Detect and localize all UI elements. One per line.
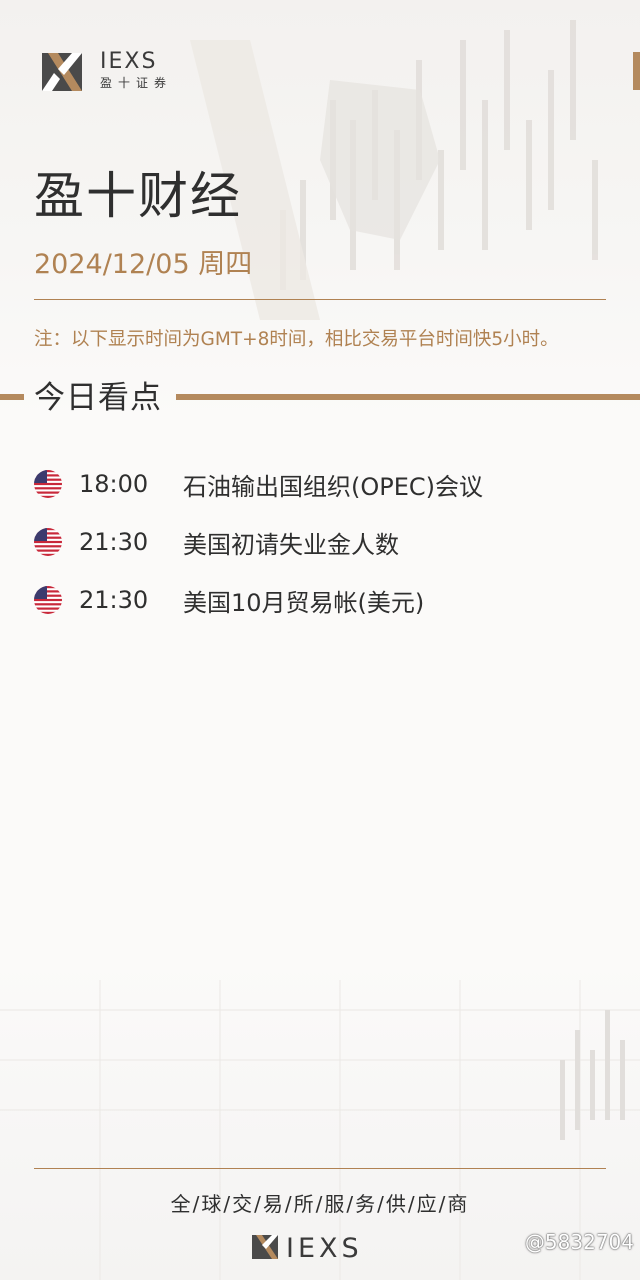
section-bar-left [0, 394, 24, 400]
header-divider [34, 299, 606, 300]
section-bar-right [176, 394, 640, 400]
footer-divider [34, 1168, 606, 1169]
timezone-note: 注：以下显示时间为GMT+8时间，相比交易平台时间快5小时。 [34, 329, 559, 350]
event-title: 美国10月贸易帐(美元) [183, 588, 425, 617]
event-time: 21:30 [79, 586, 149, 614]
iexs-wordmark: IEXS [100, 50, 157, 70]
date-label: 2024/12/05 周四 [34, 249, 253, 280]
brand-logo: IEXS 盈十证券 [42, 50, 178, 91]
event-item: 21:30 美国初请失业金人数 [34, 513, 614, 571]
iexs-logo-icon [42, 52, 82, 91]
section-title: 今日看点 [34, 380, 162, 416]
footer-logo: IEXS [252, 1232, 388, 1260]
us-flag-icon [34, 528, 62, 556]
event-item: 18:00 石油输出国组织(OPEC)会议 [34, 455, 614, 513]
us-flag-icon [34, 586, 62, 614]
event-time: 21:30 [79, 528, 149, 556]
us-flag-icon [34, 470, 62, 498]
corner-accent-tab [633, 52, 640, 90]
event-time: 18:00 [79, 470, 149, 498]
watermark-text: @5832704 [524, 1230, 634, 1254]
event-item: 21:30 美国10月贸易帐(美元) [34, 571, 614, 629]
footer-tagline: 全/球/交/易/所/服/务/供/应/商 [170, 1192, 470, 1216]
event-title: 美国初请失业金人数 [183, 530, 399, 559]
svg-text:IEXS: IEXS [286, 1233, 363, 1260]
logo-subtitle: 盈十证券 [100, 76, 173, 90]
event-list: 18:00 石油输出国组织(OPEC)会议 21:30 美国初请失业金人数 21… [34, 455, 614, 629]
event-title: 石油输出国组织(OPEC)会议 [183, 472, 484, 501]
svg-text:IEXS: IEXS [100, 50, 157, 70]
page-title: 盈十财经 [34, 167, 242, 225]
iexs-footer-logo-icon: IEXS [252, 1233, 363, 1260]
